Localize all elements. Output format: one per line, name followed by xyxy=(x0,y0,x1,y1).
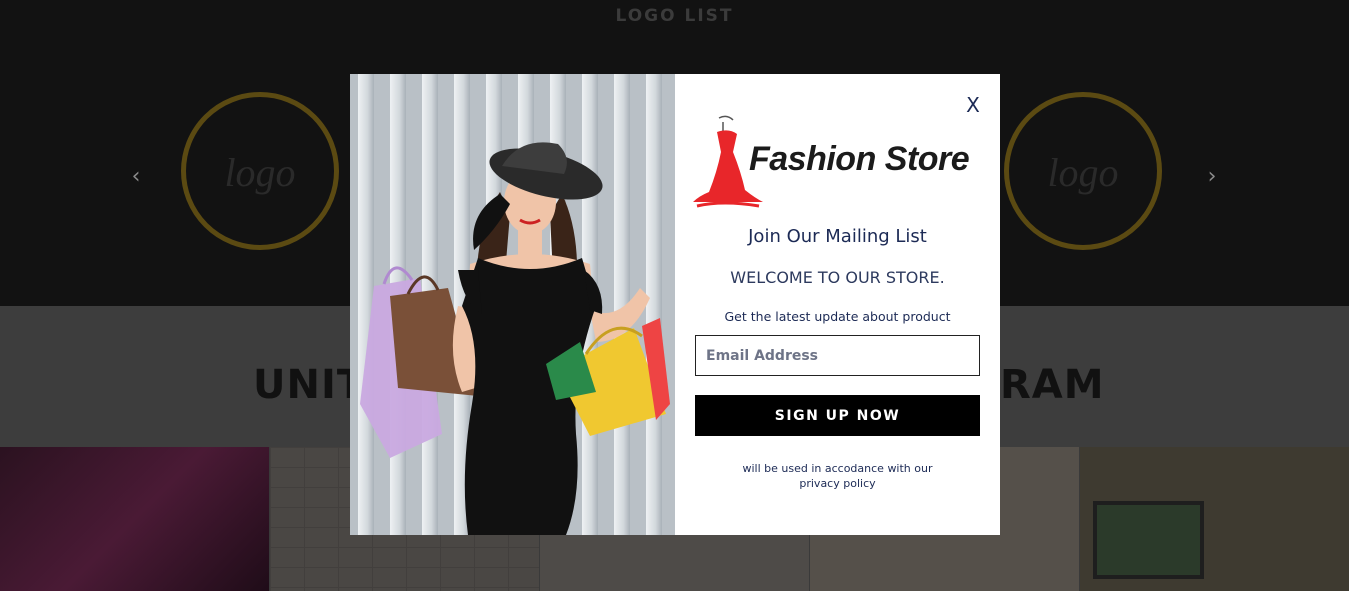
privacy-notice: will be used in accodance with our priva… xyxy=(675,461,1000,491)
model-figure-illustration xyxy=(360,142,670,535)
welcome-text: WELCOME TO OUR STORE. xyxy=(730,268,945,287)
instagram-heading-left: UNIT xyxy=(253,362,366,408)
partner-logo: logo xyxy=(1004,92,1162,250)
partner-logo: logo xyxy=(181,92,339,250)
instagram-heading-right: RAM xyxy=(1000,362,1105,408)
latest-update-text: Get the latest update about product xyxy=(724,309,951,324)
privacy-notice-line: will be used in accodance with our xyxy=(742,462,933,475)
logo-list-title: LOGO LIST xyxy=(615,6,734,26)
brand-name: Fashion Store xyxy=(749,140,970,178)
privacy-policy-link[interactable]: privacy policy xyxy=(675,476,1000,491)
newsletter-popup: X Fashion Store Join Our Mailing List WE… xyxy=(350,74,1000,535)
brand-logo: Fashion Store xyxy=(693,112,983,208)
chevron-right-icon[interactable]: › xyxy=(1202,164,1222,190)
chevron-left-icon[interactable]: ‹ xyxy=(126,164,146,190)
partner-logo-text: logo xyxy=(224,150,296,195)
gallery-image-detail xyxy=(1093,501,1204,579)
model-photo xyxy=(350,74,675,535)
partner-logo-text: logo xyxy=(1047,150,1119,195)
mailing-list-title: Join Our Mailing List xyxy=(748,226,927,247)
email-field[interactable] xyxy=(695,335,980,376)
gallery-image[interactable] xyxy=(0,447,269,591)
signup-button[interactable]: SIGN UP NOW xyxy=(695,395,980,436)
